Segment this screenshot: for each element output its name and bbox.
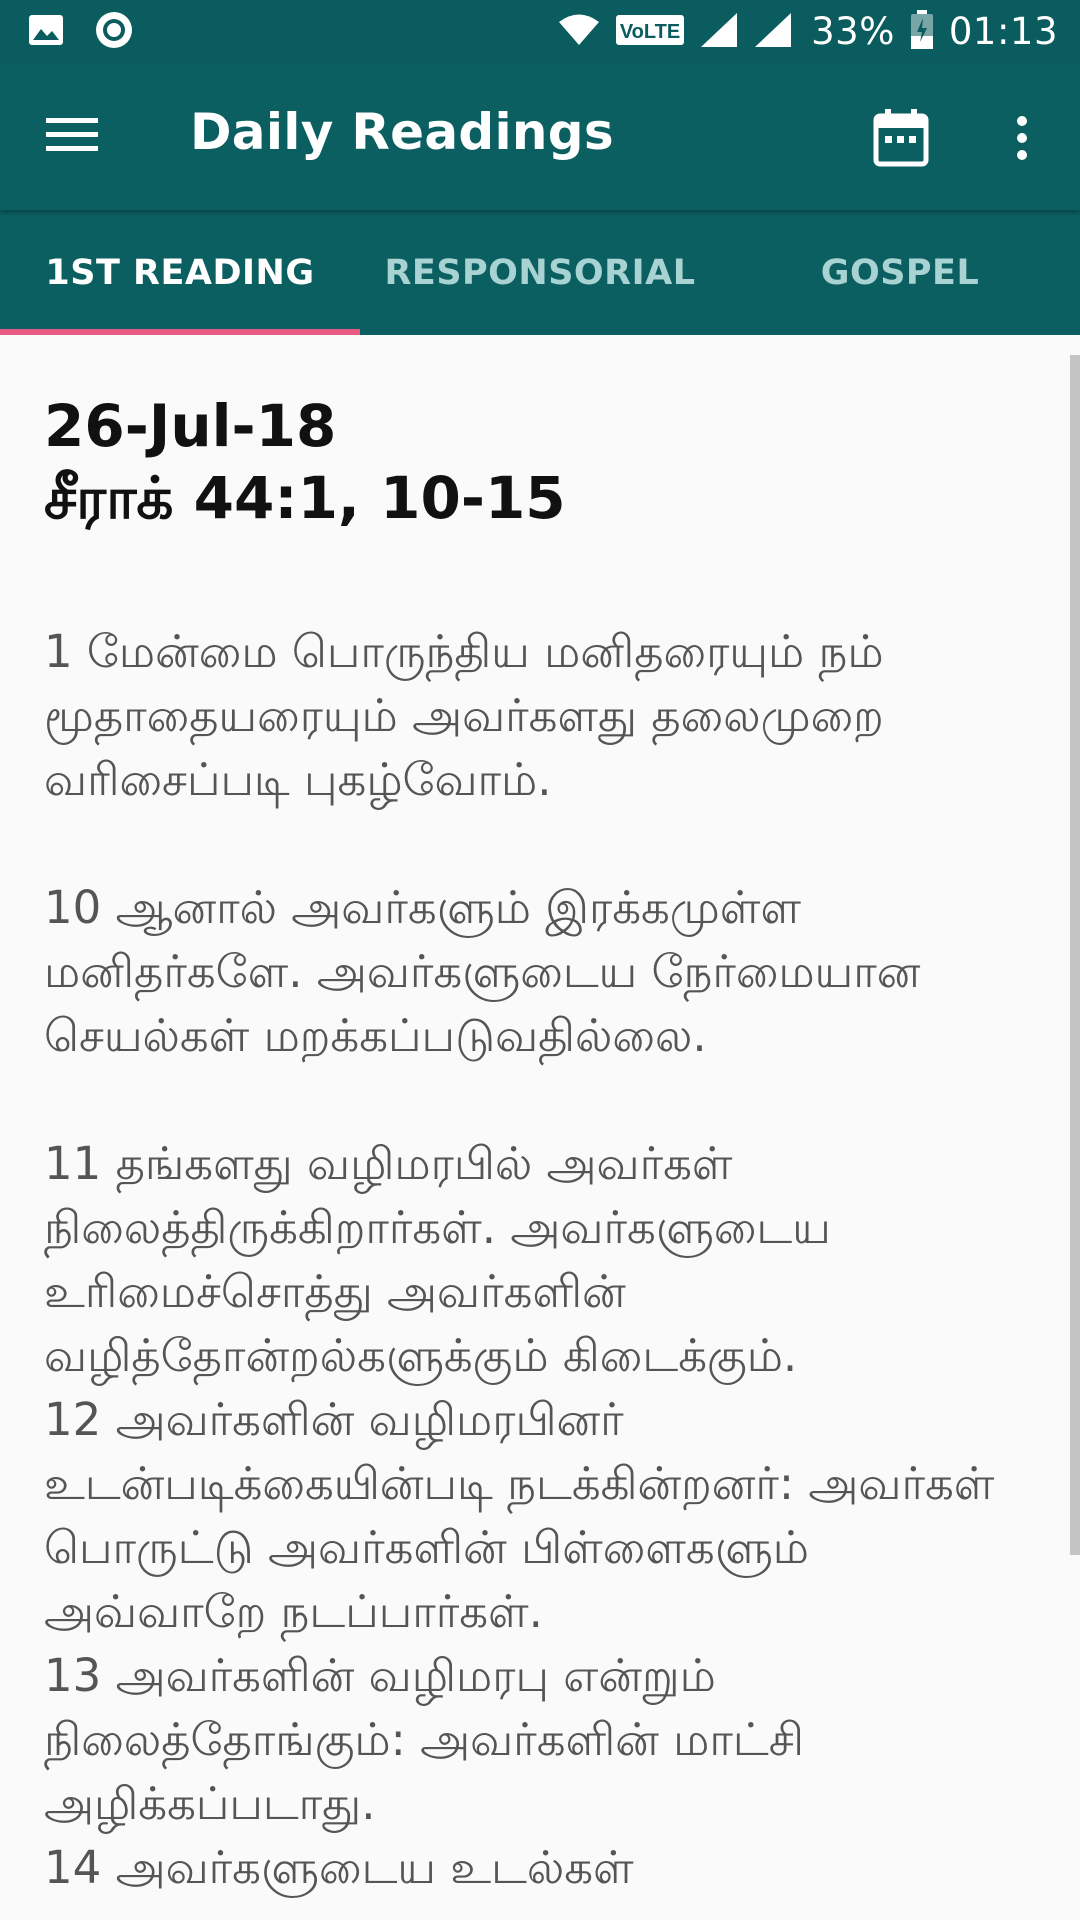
volte-badge-text: VoLTE <box>620 21 680 43</box>
tab-label: GOSPEL <box>820 252 980 293</box>
battery-percent: 33% <box>811 10 895 53</box>
reading-content[interactable]: 26-Jul-18 சீராக் 44:1, 10-15 1 மேன்மை பொ… <box>0 335 1080 1920</box>
tab-bar: 1ST READING RESPONSORIAL GOSPEL <box>0 210 1080 335</box>
battery-icon <box>909 9 935 54</box>
reading-date: 26-Jul-18 <box>44 392 337 460</box>
verse-10: 10 ஆனால் அவர்களும் இரக்கமுள்ள மனிதர்களே.… <box>44 881 921 1062</box>
calendar-icon[interactable] <box>866 103 936 173</box>
status-bar-left <box>28 10 164 54</box>
tab-label: 1ST READING <box>45 252 315 293</box>
app-title: Daily Readings <box>190 103 614 161</box>
verse-11: 11 தங்களது வழிமரபில் அவர்கள் நிலைத்திருக… <box>44 1137 831 1382</box>
tab-gospel[interactable]: GOSPEL <box>720 210 1080 335</box>
hamburger-menu-icon[interactable] <box>40 107 104 163</box>
signal-icon <box>753 11 793 53</box>
circle-app-icon <box>94 10 134 54</box>
tab-1st-reading[interactable]: 1ST READING <box>0 210 360 335</box>
image-icon <box>28 14 64 50</box>
tab-responsorial[interactable]: RESPONSORIAL <box>360 210 720 335</box>
scrollbar[interactable] <box>1070 355 1080 1555</box>
verse-13: 13 அவர்களின் வழிமரபு என்றும் நிலைத்தோங்க… <box>44 1649 804 1830</box>
app-bar: Daily Readings <box>0 63 1080 210</box>
status-bar-right: VoLTE 33% 01:13 <box>543 9 1058 54</box>
verse-12: 12 அவர்களின் வழிமரபினர் உடன்படிக்கையின்ப… <box>44 1393 995 1638</box>
verse-14: 14 அவர்களுடைய உடல்கள் <box>44 1841 634 1894</box>
signal-icon <box>699 11 739 53</box>
reading-reference: சீராக் 44:1, 10-15 <box>44 464 566 532</box>
verse-1: 1 மேன்மை பொருந்திய மனிதரையும் நம் மூதாதை… <box>44 625 884 806</box>
status-bar: VoLTE 33% 01:13 <box>0 0 1080 63</box>
tab-label: RESPONSORIAL <box>384 252 696 293</box>
more-vert-icon[interactable] <box>1000 103 1044 173</box>
volte-icon: VoLTE <box>615 13 685 51</box>
clock: 01:13 <box>948 10 1058 53</box>
wifi-icon <box>557 13 601 51</box>
